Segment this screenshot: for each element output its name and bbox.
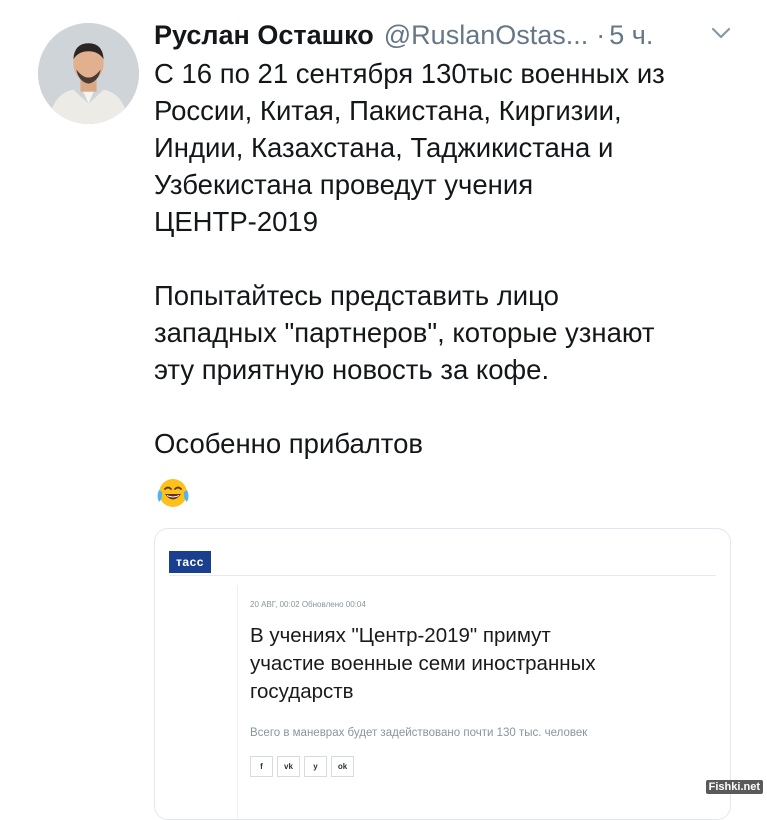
avatar-image: [38, 23, 139, 124]
tweet-line: Попытайтесь представить лицо: [154, 280, 559, 311]
vk-icon[interactable]: vk: [277, 756, 300, 777]
face-with-tears-of-joy-icon: [157, 479, 189, 507]
tweet-line: Особенно прибалтов: [154, 428, 423, 459]
article-headline[interactable]: В учениях "Центр-2019" примут участие во…: [250, 622, 680, 706]
chevron-down-icon[interactable]: [709, 25, 733, 41]
headline-line: В учениях "Центр-2019" примут: [250, 624, 551, 647]
author-avatar[interactable]: [38, 23, 139, 124]
share-buttons: f vk y ok: [250, 756, 354, 777]
odnoklassniki-icon[interactable]: ok: [331, 756, 354, 777]
tweet-line: западных "партнеров", которые узнают: [154, 317, 655, 348]
tweet-text: С 16 по 21 сентября 130тыс военных из Ро…: [154, 55, 754, 462]
author-name[interactable]: Руслан Осташко: [154, 20, 374, 51]
tweet-timestamp[interactable]: 5 ч.: [609, 20, 653, 51]
twitter-icon[interactable]: y: [304, 756, 327, 777]
tass-logo: тасс: [169, 551, 211, 573]
article-subtitle: Всего в маневрах будет задействовано поч…: [250, 727, 588, 739]
tweet-line: Узбекистана проведут учения: [154, 169, 534, 200]
headline-line: государств: [250, 680, 354, 703]
article-date: 20 АВГ, 00:02 Обновлено 00:04: [250, 600, 366, 609]
tweet-line: Индии, Казахстана, Таджикистана и: [154, 132, 614, 163]
watermark: Fishki.net: [705, 780, 763, 794]
headline-line: участие военные семи иностранных: [250, 652, 596, 675]
card-divider: [169, 575, 716, 576]
facebook-icon[interactable]: f: [250, 756, 273, 777]
tweet-line: России, Китая, Пакистана, Киргизии,: [154, 95, 622, 126]
tweet-header: Руслан Осташко @RuslanOstas... · 5 ч.: [154, 15, 754, 55]
tweet-line: С 16 по 21 сентября 130тыс военных из: [154, 58, 665, 89]
author-handle[interactable]: @RuslanOstas...: [384, 20, 588, 51]
tweet-line: ЦЕНТР-2019: [154, 206, 319, 237]
tweet-line: эту приятную новость за кофе.: [154, 354, 550, 385]
separator-dot: ·: [596, 19, 606, 50]
